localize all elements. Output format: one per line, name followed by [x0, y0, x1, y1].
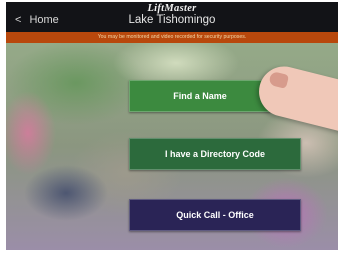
chevron-left-icon: <: [15, 14, 22, 26]
home-label: Home: [29, 14, 59, 26]
security-notice-banner: You may be monitored and video recorded …: [6, 32, 338, 43]
pointing-finger: [253, 61, 338, 139]
directory-code-button[interactable]: I have a Directory Code: [129, 138, 301, 170]
brand-logo: LiftMaster: [147, 3, 197, 14]
header-bar: LiftMaster Lake Tishomingo < Home: [6, 2, 338, 32]
home-button[interactable]: < Home: [15, 14, 59, 26]
background-area: Find a Name I have a Directory Code Quic…: [6, 43, 338, 250]
fingernail: [268, 70, 290, 89]
find-a-name-button[interactable]: Find a Name: [129, 80, 271, 112]
quick-call-office-button[interactable]: Quick Call - Office: [129, 199, 301, 231]
kiosk-screen: LiftMaster Lake Tishomingo < Home You ma…: [6, 2, 338, 250]
